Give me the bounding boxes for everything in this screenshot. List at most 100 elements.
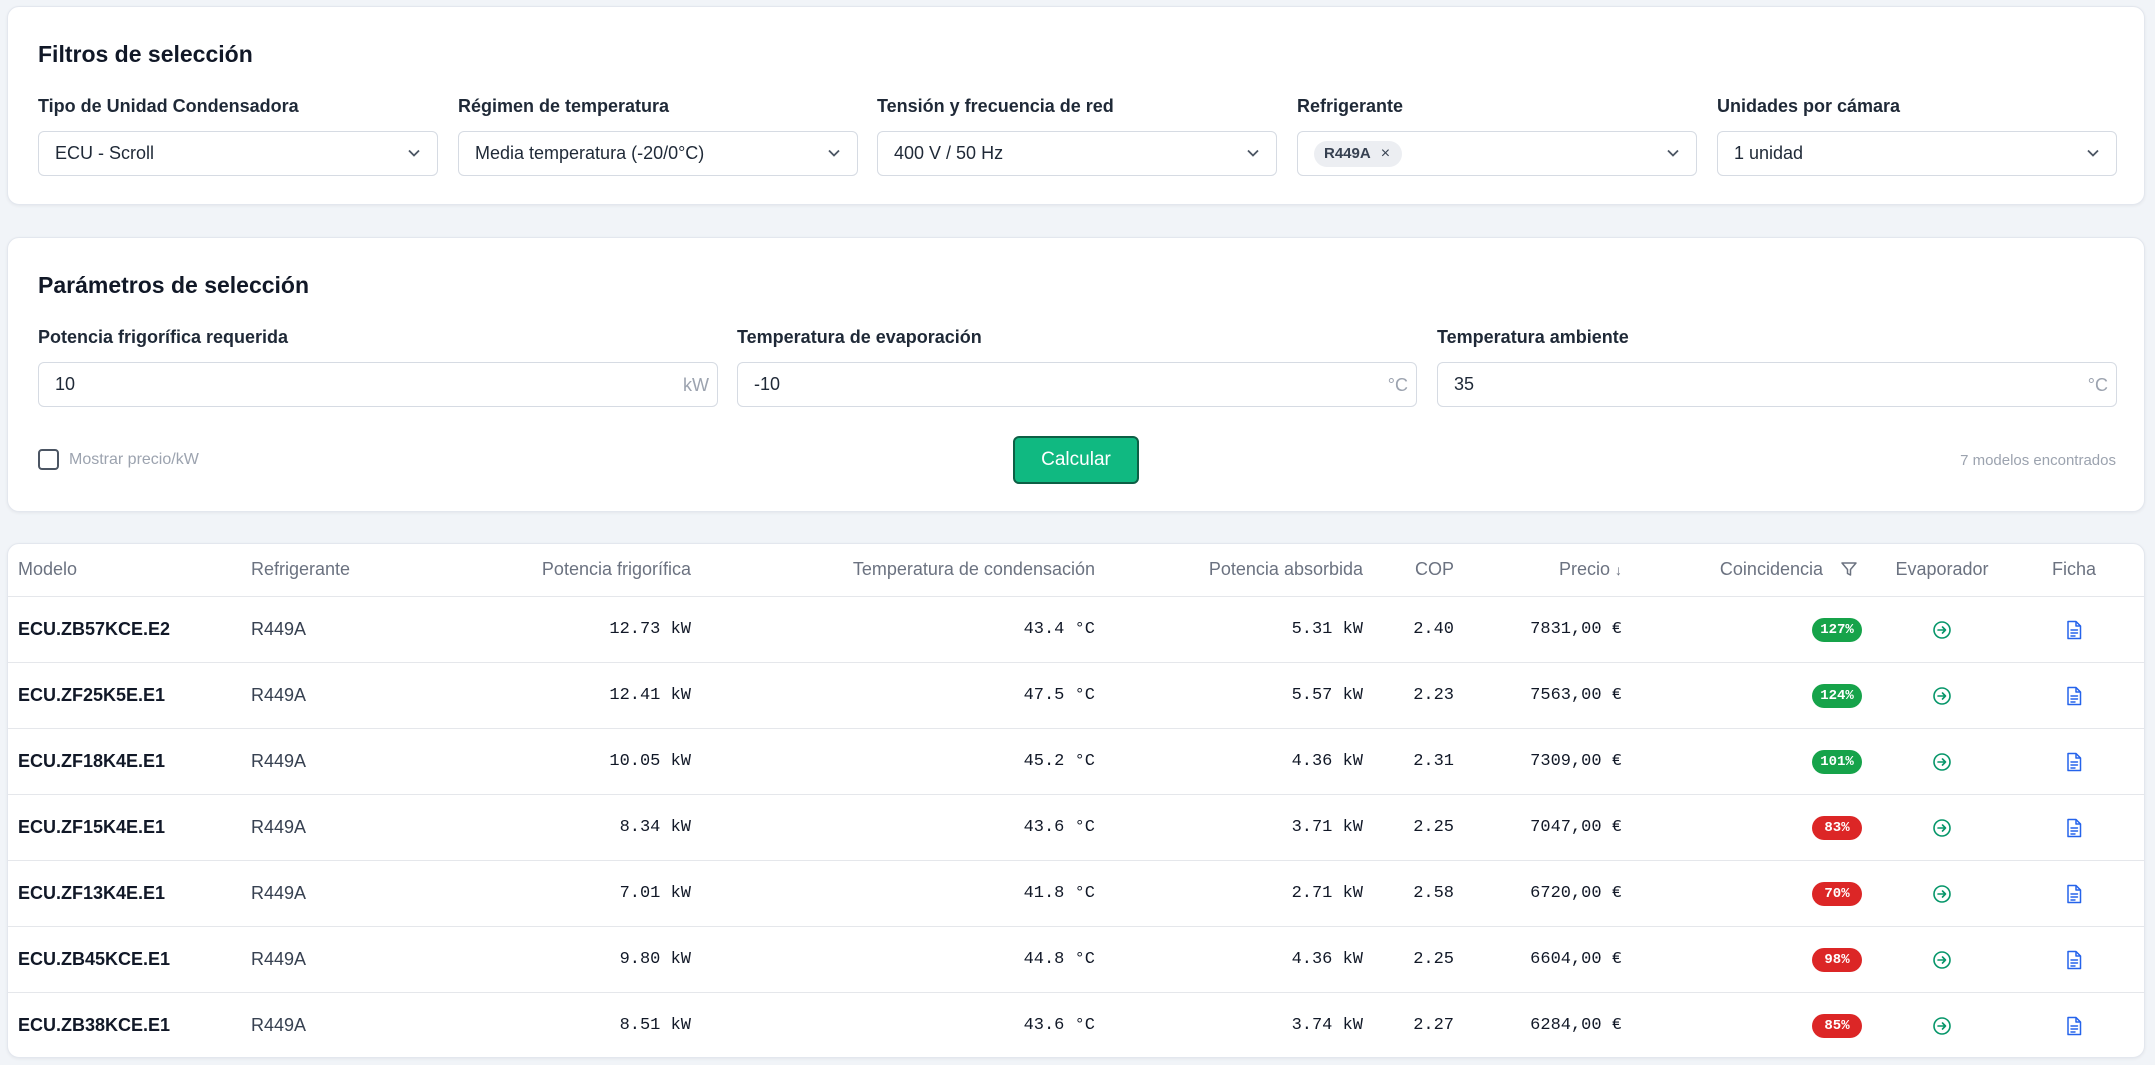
cell-cop: 2.40 [1373,596,1464,663]
arrow-right-circle-icon[interactable] [1932,884,1952,904]
cell-match: 127% [1632,596,1882,663]
filter-refrigerant-label: Refrigerante [1297,96,1404,116]
cell-cop: 2.27 [1413,1015,1454,1035]
match-badge: 101% [1812,749,1862,774]
match-badge: 127% [1812,617,1862,642]
col-header-power[interactable]: Potencia absorbida [1105,544,1373,597]
ambient-temp-unit: °C [2087,375,2108,395]
units-per-room-select[interactable]: 1 unidad [1717,131,2117,176]
table-header-row: Modelo Refrigerante Potencia frigorífica… [8,544,2144,597]
cell-price: 6604,00 € [1464,926,1632,993]
cell-power: 3.71 kW [1105,794,1373,861]
cell-evaporator [1882,728,2002,795]
arrow-right-circle-icon[interactable] [1932,1016,1952,1036]
table-row: ECU.ZF13K4E.E1 R449A 7.01 kW 41.8 °C 2.71 kW… [8,860,2144,927]
chip-remove-icon[interactable]: × [1381,145,1390,163]
cell-cop: 2.31 [1373,728,1464,795]
cell-model: ECU.ZF18K4E.E1 [8,728,241,795]
cell-model: ECU.ZB57KCE.E2 [8,596,241,663]
cell-capacity: 9.80 kW [421,926,701,993]
show-price-label: Mostrar precio/kW [69,450,199,468]
col-header-sheet: Ficha [2002,544,2144,597]
cell-cond-temp: 45.2 °C [701,728,1105,795]
col-header-model[interactable]: Modelo [8,544,241,597]
cell-cond-temp: 43.6 °C [701,794,1105,861]
price-header-label: Precio [1558,559,1610,580]
chevron-down-icon [408,149,420,157]
cell-capacity: 8.34 kW [421,794,701,861]
match-badge: 70% [1812,881,1862,906]
cell-capacity: 10.05 kW [421,728,701,795]
cell-capacity: 12.73 kW [421,596,701,663]
document-icon[interactable] [2065,752,2083,772]
arrow-right-circle-icon[interactable] [1932,950,1952,970]
cell-capacity: 8.51 kW [619,1015,691,1035]
evap-temp-input[interactable]: -10 °C [737,362,1417,407]
cell-cond-temp: 43.6 °C [1023,1015,1095,1035]
document-icon[interactable] [2065,950,2083,970]
capacity-unit: kW [683,375,709,395]
cell-model: ECU.ZF25K5E.E1 [8,662,241,729]
cell-match: 124% [1632,662,1882,729]
cell-power: 4.36 kW [1105,728,1373,795]
voltage-select[interactable]: 400 V / 50 Hz [877,131,1277,176]
col-header-cop[interactable]: COP [1373,544,1464,597]
ambient-temp-input[interactable]: 35 °C [1437,362,2117,407]
col-header-cond-temp[interactable]: Temperatura de condensación [701,544,1105,597]
cell-refrigerant: R449A [241,794,421,861]
arrow-right-circle-icon[interactable] [1932,686,1952,706]
filters-card: Filtros de selección Tipo de Unidad Cond… [7,6,2145,205]
filter-units-label: Unidades por cámara [1717,96,1901,116]
cell-model: ECU.ZB45KCE.E1 [8,926,241,993]
cell-cop: 2.25 [1373,794,1464,861]
temp-regime-select[interactable]: Media temperatura (-20/0°C) [458,131,858,176]
cell-cop: 2.23 [1373,662,1464,729]
ambient-temp-value: 35 [1454,374,1475,394]
cell-capacity: 12.41 kW [421,662,701,729]
voltage-value: 400 V / 50 Hz [894,143,1004,163]
col-header-capacity[interactable]: Potencia frigorífica [421,544,701,597]
document-icon[interactable] [2065,818,2083,838]
filter-refrigerant: Refrigerante R449A × [1297,95,1697,176]
param-evap-temp: Temperatura de evaporación -10 °C [737,326,1417,407]
cell-power: 5.31 kW [1105,596,1373,663]
cell-cond-temp: 43.4 °C [701,596,1105,663]
filter-voltage: Tensión y frecuencia de red 400 V / 50 H… [877,95,1277,176]
cell-match: 98% [1632,926,1882,993]
arrow-right-circle-icon[interactable] [1932,818,1952,838]
match-badge: 124% [1812,683,1862,708]
cell-refrigerant: R449A [241,596,421,663]
cell-evaporator [1882,794,2002,861]
units-per-room-value: 1 unidad [1734,143,1804,163]
table-row: ECU.ZB45KCE.E1 R449A 9.80 kW 44.8 °C 4.36 kW… [8,926,2144,993]
cell-cop: 2.58 [1373,860,1464,927]
show-price-checkbox[interactable] [38,449,59,470]
document-icon[interactable] [2065,620,2083,640]
cell-evaporator [1882,596,2002,663]
document-icon[interactable] [2065,1016,2083,1036]
cell-price: 7047,00 € [1464,794,1632,861]
filter-icon[interactable] [1840,560,1858,578]
col-header-refrigerant[interactable]: Refrigerante [241,544,421,597]
arrow-right-circle-icon[interactable] [1932,752,1952,772]
show-price-toggle[interactable]: Mostrar precio/kW [38,449,199,470]
col-header-match[interactable]: Coincidencia [1632,544,1882,597]
calculate-button[interactable]: Calcular [1013,436,1139,484]
col-header-price[interactable]: Precio ↓ [1464,544,1632,597]
param-ambient-temp-label: Temperatura ambiente [1437,327,1629,347]
cell-model: ECU.ZF15K4E.E1 [8,794,241,861]
cell-cop: 2.25 [1373,926,1464,993]
cell-model: ECU.ZF13K4E.E1 [8,860,241,927]
cell-price: 7563,00 € [1464,662,1632,729]
parameters-title: Parámetros de selección [38,272,310,298]
unit-type-select[interactable]: ECU - Scroll [38,131,438,176]
cell-sheet [2002,794,2144,861]
document-icon[interactable] [2065,884,2083,904]
arrow-right-circle-icon[interactable] [1932,620,1952,640]
match-badge: 85% [1812,1013,1862,1038]
refrigerant-chip: R449A × [1314,140,1403,167]
document-icon[interactable] [2065,686,2083,706]
filter-unit-type-label: Tipo de Unidad Condensadora [38,96,299,116]
capacity-input[interactable]: 10 kW [38,362,718,407]
refrigerant-multiselect[interactable]: R449A × [1297,131,1697,176]
